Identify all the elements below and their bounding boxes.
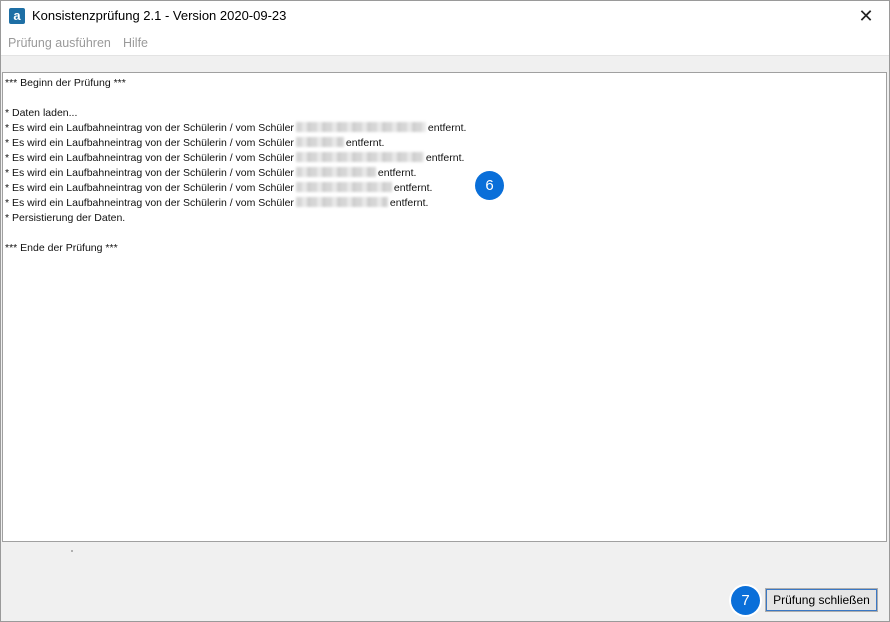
log-entry-suffix: entfernt.	[425, 152, 465, 164]
log-entry: * Es wird ein Laufbahneintrag von der Sc…	[5, 166, 884, 181]
menu-item-run-check[interactable]: Prüfung ausführen	[8, 36, 111, 50]
log-blank-line	[5, 91, 884, 106]
window-title: Konsistenzprüfung 2.1 - Version 2020-09-…	[32, 8, 287, 23]
redacted-name	[295, 197, 388, 207]
log-entry-prefix: * Es wird ein Laufbahneintrag von der Sc…	[5, 122, 294, 134]
log-entry-suffix: entfernt.	[345, 137, 385, 149]
log-output[interactable]: *** Beginn der Prüfung *** * Daten laden…	[2, 72, 887, 542]
log-entry-suffix: entfernt.	[377, 167, 417, 179]
redacted-name	[295, 182, 392, 192]
log-entry-prefix: * Es wird ein Laufbahneintrag von der Sc…	[5, 197, 294, 209]
log-persist: * Persistierung der Daten.	[5, 212, 126, 224]
window-close-button[interactable]: ✕	[843, 1, 889, 31]
log-entry-prefix: * Es wird ein Laufbahneintrag von der Sc…	[5, 167, 294, 179]
redacted-name	[295, 167, 376, 177]
log-entry-suffix: entfernt.	[389, 197, 429, 209]
log-entry-suffix: entfernt.	[393, 182, 433, 194]
close-check-button[interactable]: Prüfung schließen	[765, 588, 878, 612]
log-end: *** Ende der Prüfung ***	[5, 242, 118, 254]
log-entry-prefix: * Es wird ein Laufbahneintrag von der Sc…	[5, 182, 294, 194]
log-entry-suffix: entfernt.	[427, 122, 467, 134]
footer-dot	[71, 550, 73, 552]
app-window: a Konsistenzprüfung 2.1 - Version 2020-0…	[0, 0, 890, 622]
close-icon: ✕	[858, 6, 874, 26]
menu-bar: Prüfung ausführen Hilfe	[1, 31, 889, 56]
app-logo-icon: a	[9, 8, 25, 24]
log-blank-line	[5, 226, 884, 241]
log-entry: * Es wird ein Laufbahneintrag von der Sc…	[5, 136, 884, 151]
log-entry-prefix: * Es wird ein Laufbahneintrag von der Sc…	[5, 137, 294, 149]
log-entry-prefix: * Es wird ein Laufbahneintrag von der Sc…	[5, 152, 294, 164]
title-bar: a Konsistenzprüfung 2.1 - Version 2020-0…	[1, 1, 889, 31]
redacted-name	[295, 137, 344, 147]
log-loading: * Daten laden...	[5, 107, 78, 119]
redacted-name	[295, 152, 424, 162]
toolbar-strip	[1, 56, 889, 72]
annotation-badge-button: 7	[731, 586, 760, 615]
annotation-badge-log: 6	[475, 171, 504, 200]
redacted-name	[295, 122, 426, 132]
log-begin: *** Beginn der Prüfung ***	[5, 77, 126, 89]
log-entry: * Es wird ein Laufbahneintrag von der Sc…	[5, 121, 884, 136]
log-entry: * Es wird ein Laufbahneintrag von der Sc…	[5, 181, 884, 196]
log-entry: * Es wird ein Laufbahneintrag von der Sc…	[5, 151, 884, 166]
log-entry: * Es wird ein Laufbahneintrag von der Sc…	[5, 196, 884, 211]
menu-item-help[interactable]: Hilfe	[123, 36, 148, 50]
